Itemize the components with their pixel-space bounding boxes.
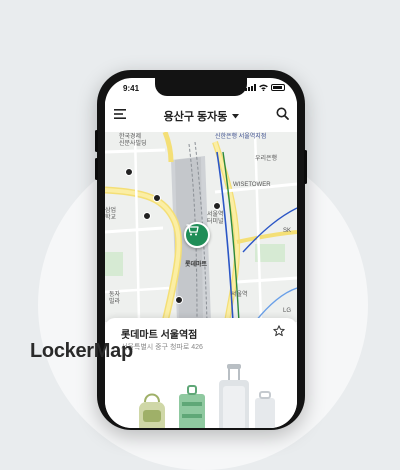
map-label: 삼업 학교 — [105, 208, 117, 221]
map-marker[interactable] — [175, 296, 183, 304]
signal-icon — [245, 84, 256, 91]
store-address: 서울특별시 중구 청파로 426 — [121, 344, 203, 351]
map-label: 서울역 터미널 — [207, 212, 224, 225]
battery-icon — [271, 84, 285, 91]
side-button-volume-down — [95, 158, 98, 180]
location-title: 용산구 동자동 — [163, 111, 228, 123]
map-marker[interactable] — [125, 168, 133, 176]
map-label: 신한은행 서울역지점 — [215, 134, 267, 140]
map-marker[interactable] — [153, 194, 161, 202]
store-pin[interactable] — [184, 222, 210, 248]
status-icons — [245, 84, 285, 91]
shopping-cart-icon — [186, 224, 199, 236]
side-button-power — [304, 150, 307, 184]
star-outline-icon[interactable] — [273, 324, 285, 342]
search-icon[interactable] — [276, 107, 289, 125]
map-label: 롯데마트 — [185, 262, 208, 268]
location-selector[interactable]: 용산구 동자동 — [164, 108, 240, 124]
map-label: 한국경제 신문사빌딩 — [119, 134, 147, 147]
map-marker[interactable] — [213, 202, 221, 210]
phone-frame: 9:41 용산구 동자동 한국경제 신문사빌딩 신한은행 서울역지점 우리은행 … — [95, 70, 307, 430]
map-label: 우리은행 — [255, 156, 278, 162]
map-marker[interactable] — [143, 212, 151, 220]
wifi-icon — [259, 84, 268, 91]
brand-title: LockerMap — [30, 340, 133, 362]
map-label: WISETOWER — [233, 182, 271, 188]
side-button-volume-up — [95, 130, 98, 152]
status-time: 9:41 — [123, 84, 140, 93]
menu-icon[interactable] — [113, 107, 127, 125]
map-label: 서울역 — [231, 292, 248, 298]
map-view[interactable]: 한국경제 신문사빌딩 신한은행 서울역지점 우리은행 WISETOWER SK … — [105, 132, 297, 322]
map-label: SK — [283, 228, 292, 234]
app-header: 용산구 동자동 — [105, 100, 297, 132]
phone-screen: 9:41 용산구 동자동 한국경제 신문사빌딩 신한은행 서울역지점 우리은행 … — [105, 78, 297, 428]
map-label: LG — [283, 308, 292, 314]
map-label: 동자 빌라 — [109, 292, 121, 305]
notch — [155, 78, 247, 96]
store-name: 롯데마트 서울역점 — [121, 330, 198, 341]
luggage-illustration — [139, 364, 275, 428]
caret-down-icon — [232, 113, 240, 118]
store-info-sheet[interactable]: 롯데마트 서울역점 서울특별시 중구 청파로 426 — [105, 318, 297, 428]
